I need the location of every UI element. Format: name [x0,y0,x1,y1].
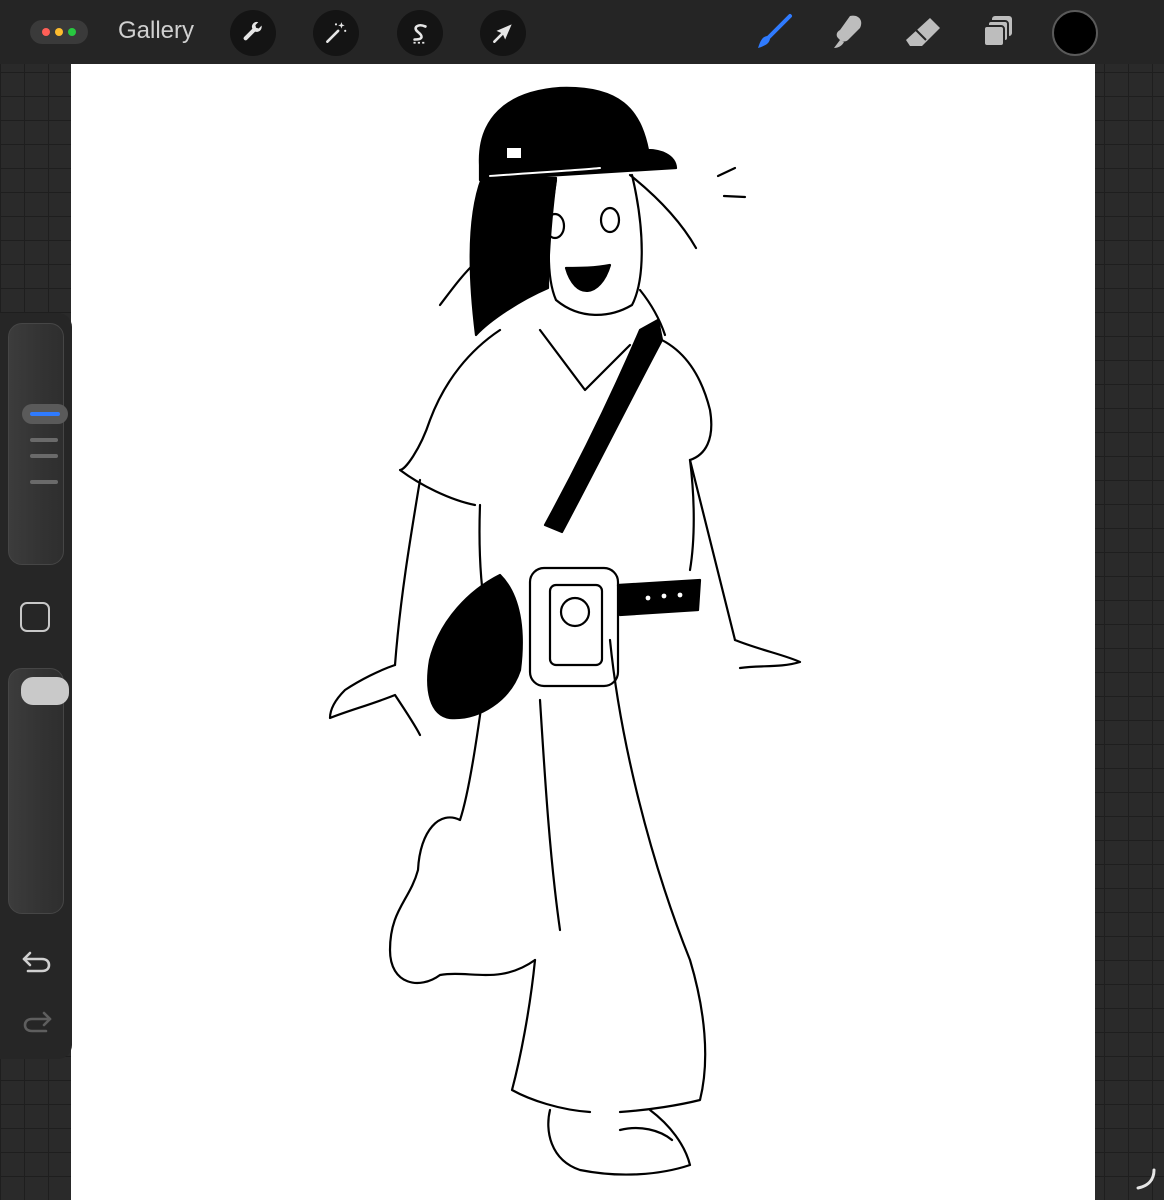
redo-icon [23,1011,52,1033]
layers-icon [983,16,1012,47]
undo-button[interactable] [20,947,54,977]
transform-arrow-icon [493,24,512,43]
drawing-canvas[interactable] [71,64,1095,1200]
smudge-tool-button[interactable] [826,12,870,52]
side-toolbar [0,313,72,1059]
brush-size-thumb[interactable] [22,404,68,424]
color-picker-button[interactable] [1052,10,1098,56]
canvas-resize-handle-icon[interactable] [1136,1168,1158,1190]
eraser-tool-button[interactable] [902,12,946,52]
slider-tick [30,454,58,458]
opacity-slider[interactable] [8,668,69,914]
undo-icon [22,951,51,973]
top-toolbar: Gallery [0,0,1164,64]
minimize-dot-icon[interactable] [55,28,63,36]
slider-tick [30,438,58,442]
smudge-icon [834,15,862,48]
brush-size-slider[interactable] [8,323,68,565]
zoom-dot-icon[interactable] [68,28,76,36]
brush-icon [758,14,792,48]
slider-tick [30,480,58,484]
wrench-icon [243,21,262,41]
eraser-icon [906,18,940,46]
redo-button[interactable] [20,1007,54,1037]
artwork-illustration [328,86,802,1176]
selection-button[interactable] [397,10,443,56]
window-controls[interactable] [30,20,88,44]
modify-button[interactable] [20,602,50,632]
layers-button[interactable] [976,12,1020,52]
selection-s-icon [413,24,427,44]
gallery-button[interactable]: Gallery [118,17,194,45]
brush-tool-button[interactable] [752,12,796,52]
transform-button[interactable] [480,10,526,56]
actions-button[interactable] [230,10,276,56]
adjustments-button[interactable] [313,10,359,56]
opacity-thumb[interactable] [21,677,69,705]
close-dot-icon[interactable] [42,28,50,36]
magic-wand-icon [326,22,347,43]
